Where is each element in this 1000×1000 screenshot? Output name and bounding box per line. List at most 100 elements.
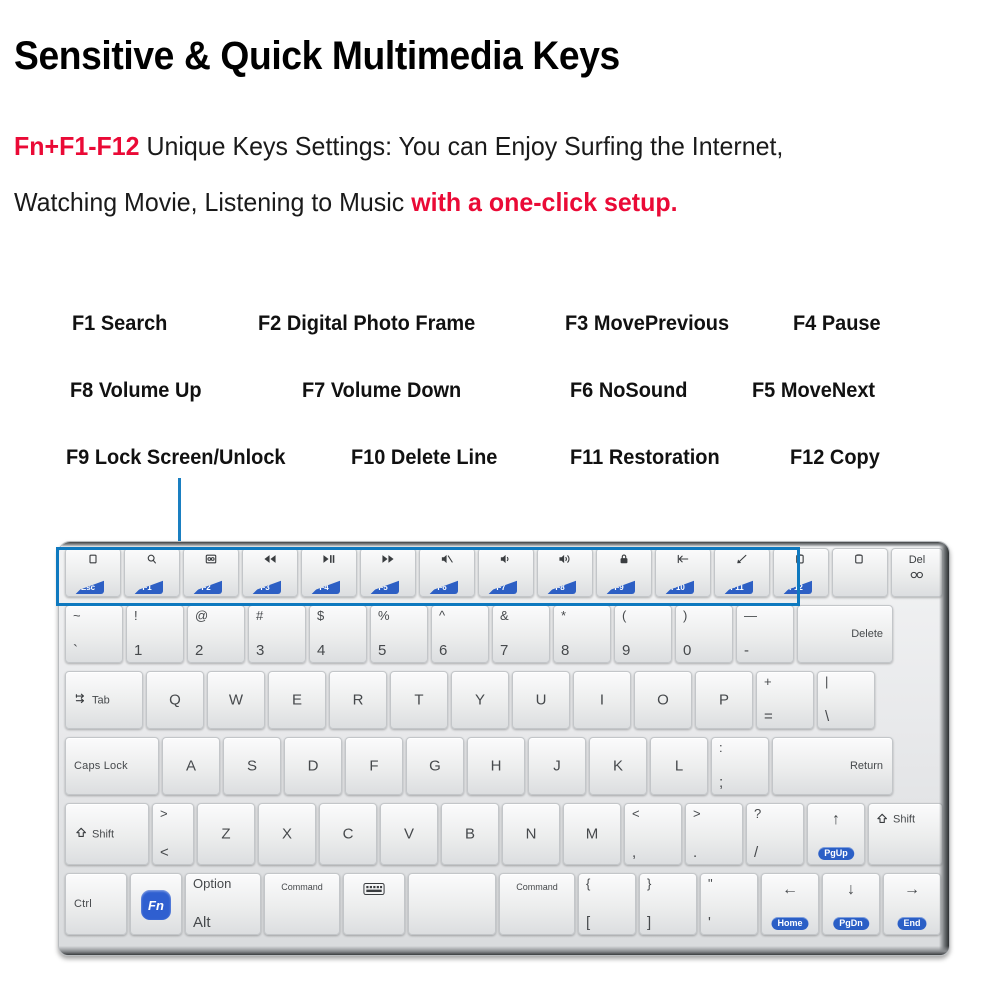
fast-forward-icon xyxy=(361,553,415,567)
key-f1[interactable]: F1 xyxy=(124,548,180,597)
key-blank[interactable]: ? / xyxy=(746,803,804,865)
key-blank[interactable]: (9 xyxy=(614,605,672,663)
key-p[interactable]: P xyxy=(695,671,753,729)
key-s[interactable]: S xyxy=(223,737,281,795)
key-blank[interactable]: $4 xyxy=(309,605,367,663)
keyboard-top-edge xyxy=(59,542,949,547)
key-del[interactable]: Del xyxy=(891,548,943,597)
key-blank[interactable]: | \ xyxy=(817,671,875,729)
key-blank[interactable]: {[ xyxy=(578,873,636,935)
key-h[interactable]: H xyxy=(467,737,525,795)
key-command[interactable]: Command xyxy=(264,873,340,935)
key-t[interactable]: T xyxy=(390,671,448,729)
key-f12[interactable]: F12 xyxy=(773,548,829,597)
fkey-legend-item: F10 Delete Line xyxy=(351,446,498,469)
key-m[interactable]: M xyxy=(563,803,621,865)
key-f[interactable]: F xyxy=(345,737,403,795)
key-l[interactable]: L xyxy=(650,737,708,795)
key-e[interactable]: E xyxy=(268,671,326,729)
key-blank[interactable]: }] xyxy=(639,873,697,935)
key-label: Y xyxy=(474,691,485,709)
arrow-glyph: → xyxy=(904,881,920,898)
key-z[interactable]: Z xyxy=(197,803,255,865)
key-v[interactable]: V xyxy=(380,803,438,865)
key-caps-lock[interactable]: Caps Lock xyxy=(65,737,159,795)
key-d[interactable]: D xyxy=(284,737,342,795)
key-blank[interactable]: ^ 6 xyxy=(431,605,489,663)
key-pgdn[interactable]: ↓ PgDn xyxy=(822,873,880,935)
key-blank[interactable]: :; xyxy=(711,737,769,795)
key-w[interactable]: W xyxy=(207,671,265,729)
key-key[interactable] xyxy=(408,873,496,935)
key-c[interactable]: C xyxy=(319,803,377,865)
key-blank[interactable]: @2 xyxy=(187,605,245,663)
key-blank[interactable]: + = xyxy=(756,671,814,729)
key-esc[interactable]: Esc xyxy=(65,548,121,597)
key-k[interactable]: K xyxy=(589,737,647,795)
key-j[interactable]: J xyxy=(528,737,586,795)
key-label: X xyxy=(281,825,292,843)
key-blank[interactable]: ) 0 xyxy=(675,605,733,663)
key-lower-legend: 0 xyxy=(683,642,692,659)
key-secondary-pill: End xyxy=(897,917,927,930)
key-end[interactable]: → End xyxy=(883,873,941,935)
key-label: Command xyxy=(516,882,558,892)
key-x[interactable]: X xyxy=(258,803,316,865)
keyboard-function-row: Esc F1 F2 F3 F4 F5 F6 F7 F8 F9 F10 F11 F12 Del xyxy=(59,548,949,601)
key-upper-legend: : xyxy=(719,740,723,755)
key-tab[interactable]: Tab xyxy=(65,671,143,729)
key-command[interactable]: Command xyxy=(499,873,575,935)
key-blank[interactable]: & 7 xyxy=(492,605,550,663)
key-blank[interactable]: ~ ` xyxy=(65,605,123,663)
key-u[interactable]: U xyxy=(512,671,570,729)
key-ctrl[interactable]: Ctrl xyxy=(65,873,127,935)
key-blank[interactable]: >. xyxy=(685,803,743,865)
key-f6[interactable]: F6 xyxy=(419,548,475,597)
keyboard-shift-row: Shift > < Z X C V B N M <, >.? / ↑ PgUp Shift xyxy=(59,803,949,869)
key-option[interactable]: Option Alt xyxy=(185,873,261,935)
key-r[interactable]: R xyxy=(329,671,387,729)
key-upper-legend: & xyxy=(500,608,509,623)
key-f2[interactable]: F2 xyxy=(183,548,239,597)
key-label: Q xyxy=(169,691,181,709)
key-g[interactable]: G xyxy=(406,737,464,795)
key-blank[interactable]: ↑ PgUp xyxy=(807,803,865,865)
key-blank[interactable]: ! 1 xyxy=(126,605,184,663)
fkey-badge: F9 xyxy=(599,580,635,594)
key-delete[interactable]: Delete xyxy=(797,605,893,663)
key-fn-extra-13[interactable] xyxy=(832,548,888,597)
key-blank[interactable]: % 5 xyxy=(370,605,428,663)
key-y[interactable]: Y xyxy=(451,671,509,729)
key-label: V xyxy=(403,825,414,843)
key-f3[interactable]: F3 xyxy=(242,548,298,597)
key-b[interactable]: B xyxy=(441,803,499,865)
key-f11[interactable]: F11 xyxy=(714,548,770,597)
key-n[interactable]: N xyxy=(502,803,560,865)
arrow-glyph: ↑ xyxy=(832,811,840,828)
key-upper-legend: ^ xyxy=(439,608,446,623)
key-blank[interactable]: <, xyxy=(624,803,682,865)
key-f9[interactable]: F9 xyxy=(596,548,652,597)
key-q[interactable]: Q xyxy=(146,671,204,729)
key-a[interactable]: A xyxy=(162,737,220,795)
key-blank[interactable]: — - xyxy=(736,605,794,663)
key-blank[interactable]: ← Home xyxy=(761,873,819,935)
key-f4[interactable]: F4 xyxy=(301,548,357,597)
key-keyboard-icon[interactable] xyxy=(343,873,405,935)
key-f10[interactable]: F10 xyxy=(655,548,711,597)
key-blank[interactable]: " ' xyxy=(700,873,758,935)
key-blank[interactable]: #3 xyxy=(248,605,306,663)
key-f8[interactable]: F8 xyxy=(537,548,593,597)
key-f5[interactable]: F5 xyxy=(360,548,416,597)
key-return[interactable]: Return xyxy=(772,737,893,795)
play-pause-icon xyxy=(302,553,356,567)
key-i[interactable]: I xyxy=(573,671,631,729)
key-o[interactable]: O xyxy=(634,671,692,729)
key-blank[interactable]: > < xyxy=(152,803,194,865)
key-shift[interactable]: Shift xyxy=(868,803,943,865)
key-blank[interactable]: * 8 xyxy=(553,605,611,663)
key-label: Shift xyxy=(92,828,115,840)
key-shift[interactable]: Shift xyxy=(65,803,149,865)
key-fn[interactable]: Fn xyxy=(130,873,182,935)
key-f7[interactable]: F7 xyxy=(478,548,534,597)
